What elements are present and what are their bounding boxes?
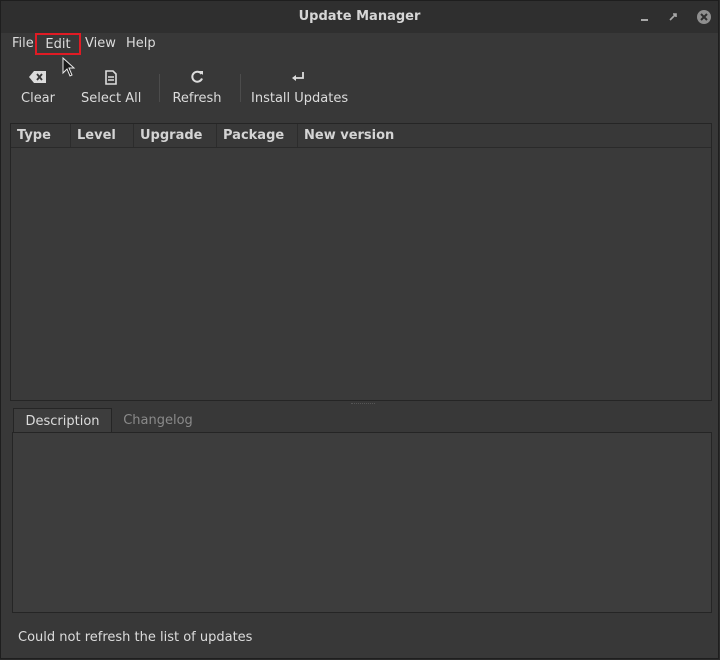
- minimize-button[interactable]: [637, 9, 653, 25]
- menu-bar: File Edit View Help: [1, 33, 718, 57]
- toolbar: Clear Select All Refresh Install Updates: [1, 61, 718, 117]
- status-message: Could not refresh the list of updates: [18, 630, 253, 645]
- menu-edit[interactable]: Edit: [35, 33, 81, 55]
- mouse-pointer-icon: [62, 57, 76, 77]
- minimize-icon: [641, 19, 648, 21]
- return-arrow-icon: [292, 72, 304, 81]
- install-updates-label: Install Updates: [251, 91, 349, 106]
- backspace-icon: [29, 71, 46, 83]
- install-updates-button[interactable]: Install Updates: [251, 67, 349, 106]
- select-all-button[interactable]: Select All: [81, 67, 141, 106]
- refresh-label: Refresh: [172, 91, 222, 106]
- refresh-button[interactable]: Refresh: [171, 67, 223, 106]
- menu-help[interactable]: Help: [126, 35, 156, 53]
- maximize-icon: [669, 13, 677, 21]
- pane-resize-handle[interactable]: [351, 403, 375, 407]
- toolbar-separator: [159, 74, 160, 102]
- menu-file[interactable]: File: [12, 35, 34, 53]
- column-header-package[interactable]: Package: [217, 124, 298, 147]
- column-header-new-version[interactable]: New version: [298, 124, 711, 147]
- title-bar[interactable]: Update Manager: [1, 1, 718, 33]
- close-icon: [697, 10, 711, 24]
- toolbar-separator: [240, 74, 241, 102]
- description-panel: [12, 432, 712, 613]
- column-header-upgrade[interactable]: Upgrade: [134, 124, 217, 147]
- tab-description[interactable]: Description: [13, 408, 112, 433]
- select-all-label: Select All: [81, 91, 142, 106]
- document-icon: [105, 69, 117, 85]
- column-header-type[interactable]: Type: [11, 124, 71, 147]
- clear-button[interactable]: Clear: [18, 67, 58, 106]
- tab-changelog[interactable]: Changelog: [114, 408, 202, 433]
- column-header-level[interactable]: Level: [71, 124, 134, 147]
- window-title: Update Manager: [298, 9, 421, 24]
- clear-label: Clear: [21, 91, 55, 106]
- update-manager-window: Update Manager File Edit View Help Clear…: [0, 0, 719, 659]
- updates-table[interactable]: Type Level Upgrade Package New version: [10, 123, 712, 401]
- menu-view[interactable]: View: [85, 35, 116, 53]
- table-header: Type Level Upgrade Package New version: [11, 124, 711, 148]
- maximize-button[interactable]: [666, 9, 682, 25]
- close-button[interactable]: [696, 9, 712, 25]
- refresh-icon: [191, 70, 203, 83]
